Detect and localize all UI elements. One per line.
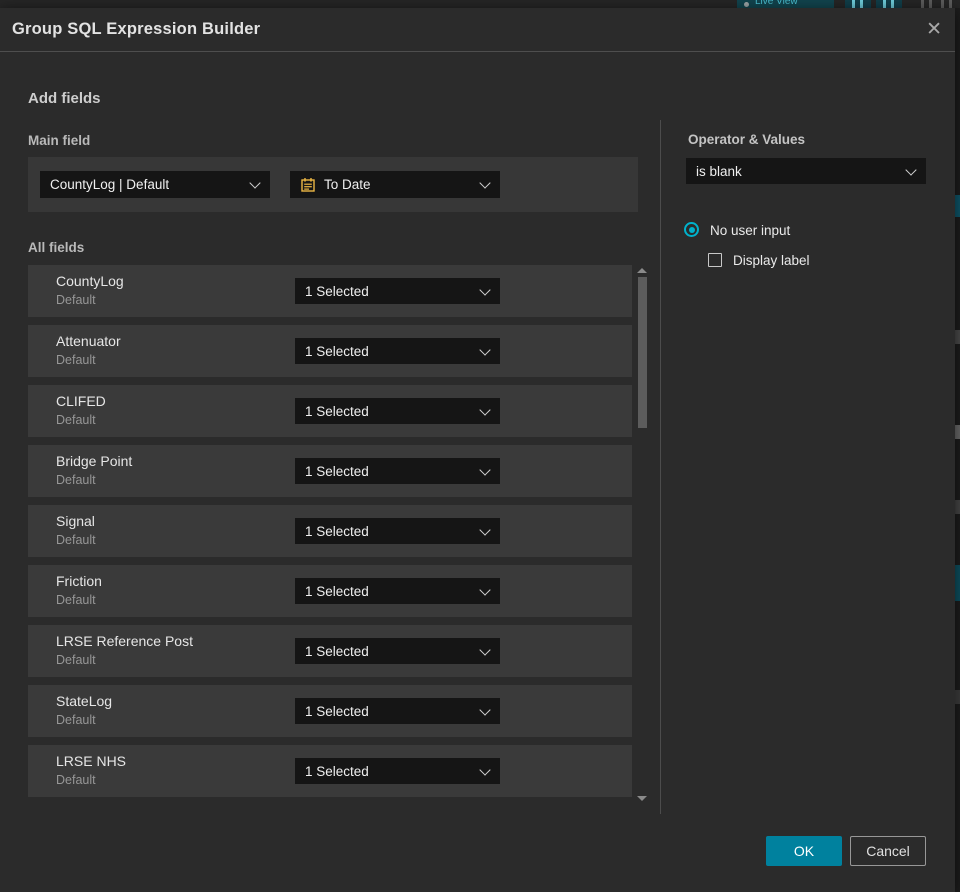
chevron-down-icon xyxy=(479,343,491,356)
add-fields-heading: Add fields xyxy=(28,90,101,107)
operator-values-heading: Operator & Values xyxy=(688,132,806,147)
date-type-dropdown-value: To Date xyxy=(324,177,371,192)
field-subtitle: Default xyxy=(56,473,96,487)
no-user-input-radio[interactable] xyxy=(684,222,699,237)
dialog-title: Group SQL Expression Builder xyxy=(12,20,261,38)
background-toolbar-bar xyxy=(921,0,924,8)
chevron-down-icon xyxy=(905,163,917,176)
chevron-down-icon xyxy=(479,403,491,416)
field-selected-dropdown[interactable]: 1 Selected xyxy=(295,278,500,304)
field-selected-value: 1 Selected xyxy=(305,463,369,479)
live-view-label: Live View xyxy=(755,0,798,7)
field-name: CountyLog xyxy=(56,273,124,289)
background-toolbar-button xyxy=(876,0,902,8)
field-name: Friction xyxy=(56,573,102,589)
scrollbar-thumb[interactable] xyxy=(638,277,647,428)
radio-selected-dot-icon xyxy=(688,226,695,233)
field-selected-dropdown[interactable]: 1 Selected xyxy=(295,518,500,544)
chevron-down-icon xyxy=(479,643,491,656)
field-subtitle: Default xyxy=(56,533,96,547)
chevron-down-icon xyxy=(479,703,491,716)
background-app-top-strip: Live View xyxy=(0,0,960,8)
operator-dropdown[interactable]: is blank xyxy=(686,158,926,184)
field-row: Friction Default 1 Selected xyxy=(28,565,632,617)
field-name: Signal xyxy=(56,513,95,529)
field-selected-value: 1 Selected xyxy=(305,703,369,719)
field-subtitle: Default xyxy=(56,713,96,727)
live-view-button[interactable]: Live View xyxy=(737,0,834,8)
field-subtitle: Default xyxy=(56,593,96,607)
field-row: StateLog Default 1 Selected xyxy=(28,685,632,737)
operator-dropdown-value: is blank xyxy=(696,163,742,179)
close-icon[interactable]: ✕ xyxy=(926,20,942,39)
main-field-label: Main field xyxy=(28,133,91,148)
background-toolbar-button xyxy=(845,0,871,8)
chevron-down-icon xyxy=(479,283,491,296)
field-selected-value: 1 Selected xyxy=(305,523,369,539)
field-name: Attenuator xyxy=(56,333,121,349)
scrollbar-down-arrow[interactable] xyxy=(637,796,647,801)
field-selected-value: 1 Selected xyxy=(305,583,369,599)
field-row: CLIFED Default 1 Selected xyxy=(28,385,632,437)
field-subtitle: Default xyxy=(56,353,96,367)
field-selected-dropdown[interactable]: 1 Selected xyxy=(295,698,500,724)
field-name: StateLog xyxy=(56,693,113,709)
main-field-dropdown[interactable]: CountyLog | Default xyxy=(40,171,270,198)
field-name: CLIFED xyxy=(56,393,106,409)
field-row: Signal Default 1 Selected xyxy=(28,505,632,557)
chevron-down-icon xyxy=(479,523,491,536)
field-selected-value: 1 Selected xyxy=(305,643,369,659)
field-name: Bridge Point xyxy=(56,453,133,469)
field-name: LRSE NHS xyxy=(56,753,127,769)
group-sql-expression-builder-dialog: Group SQL Expression Builder ✕ Add field… xyxy=(0,8,955,892)
field-selected-dropdown[interactable]: 1 Selected xyxy=(295,638,500,664)
field-selected-value: 1 Selected xyxy=(305,343,369,359)
scrollbar-up-arrow[interactable] xyxy=(637,268,647,273)
main-field-panel: CountyLog | Default To Date xyxy=(28,157,638,212)
main-field-dropdown-value: CountyLog | Default xyxy=(50,177,170,192)
chevron-down-icon xyxy=(479,583,491,596)
background-toolbar-bar xyxy=(949,0,952,8)
background-app-right-strip xyxy=(955,8,960,892)
field-subtitle: Default xyxy=(56,773,96,787)
field-row: Bridge Point Default 1 Selected xyxy=(28,445,632,497)
field-selected-dropdown[interactable]: 1 Selected xyxy=(295,338,500,364)
chevron-down-icon xyxy=(479,763,491,776)
field-selected-value: 1 Selected xyxy=(305,283,369,299)
dialog-header: Group SQL Expression Builder ✕ xyxy=(0,8,955,52)
all-fields-list: CountyLog Default 1 Selected Attenuator … xyxy=(28,265,632,805)
field-selected-dropdown[interactable]: 1 Selected xyxy=(295,458,500,484)
field-row: Attenuator Default 1 Selected xyxy=(28,325,632,377)
display-label-label: Display label xyxy=(733,253,810,268)
field-row: LRSE Reference Post Default 1 Selected xyxy=(28,625,632,677)
field-name: LRSE Reference Post xyxy=(56,633,193,649)
field-selected-dropdown[interactable]: 1 Selected xyxy=(295,578,500,604)
calendar-icon xyxy=(301,177,315,192)
field-selected-value: 1 Selected xyxy=(305,403,369,419)
background-toolbar-bar xyxy=(941,0,944,8)
vertical-divider xyxy=(660,120,661,814)
chevron-down-icon xyxy=(479,177,491,189)
field-selected-dropdown[interactable]: 1 Selected xyxy=(295,398,500,424)
no-user-input-label: No user input xyxy=(710,223,791,238)
field-selected-value: 1 Selected xyxy=(305,763,369,779)
chevron-down-icon xyxy=(479,463,491,476)
cancel-button[interactable]: Cancel xyxy=(850,836,926,866)
field-subtitle: Default xyxy=(56,413,96,427)
field-row: LRSE NHS Default 1 Selected xyxy=(28,745,632,797)
field-subtitle: Default xyxy=(56,653,96,667)
field-selected-dropdown[interactable]: 1 Selected xyxy=(295,758,500,784)
chevron-down-icon xyxy=(249,177,261,189)
background-toolbar-bar xyxy=(929,0,932,8)
display-label-checkbox[interactable] xyxy=(708,253,722,267)
live-dot-icon xyxy=(744,2,749,7)
field-subtitle: Default xyxy=(56,293,96,307)
field-row: CountyLog Default 1 Selected xyxy=(28,265,632,317)
date-type-dropdown[interactable]: To Date xyxy=(290,171,500,198)
all-fields-label: All fields xyxy=(28,240,85,255)
ok-button[interactable]: OK xyxy=(766,836,842,866)
